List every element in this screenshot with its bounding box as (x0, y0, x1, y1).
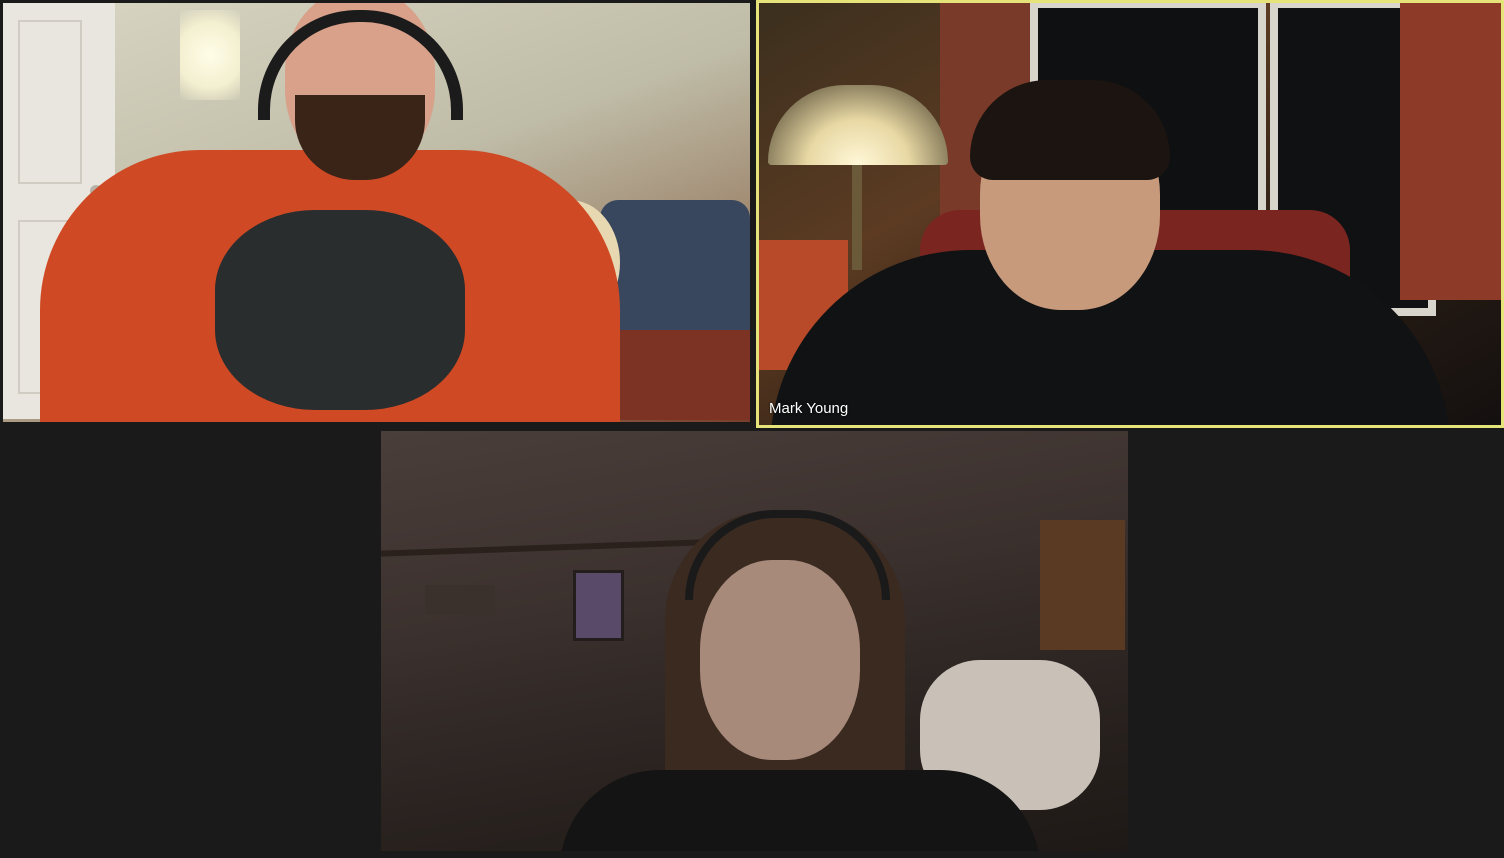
participant-hair (970, 80, 1170, 180)
video-tile-participant-1[interactable] (3, 3, 750, 422)
video-feed (3, 3, 750, 422)
video-tile-participant-2[interactable]: Mark Young (756, 0, 1504, 428)
wall-trim (381, 539, 702, 557)
participant-name-label (9, 412, 17, 416)
lampshade (768, 85, 948, 165)
background-cabinet (1040, 520, 1125, 650)
headphones (685, 510, 890, 600)
participant-name-label: Mark Young (769, 400, 849, 417)
curtain-right (1400, 3, 1501, 300)
sweater-graphic (215, 210, 465, 410)
video-feed (759, 3, 1501, 425)
video-feed (381, 431, 1128, 851)
lamp-pole (852, 160, 862, 270)
background-couch (600, 200, 750, 350)
gallery-view: Mark Young (0, 0, 1504, 858)
participant-name-label (387, 841, 395, 845)
wall-picture-frame (573, 570, 624, 641)
headphones (258, 10, 463, 120)
wall-shelf (425, 585, 495, 615)
lamp-light (180, 10, 240, 100)
participant-shirt (560, 770, 1040, 851)
video-tile-participant-3[interactable] (381, 431, 1128, 851)
